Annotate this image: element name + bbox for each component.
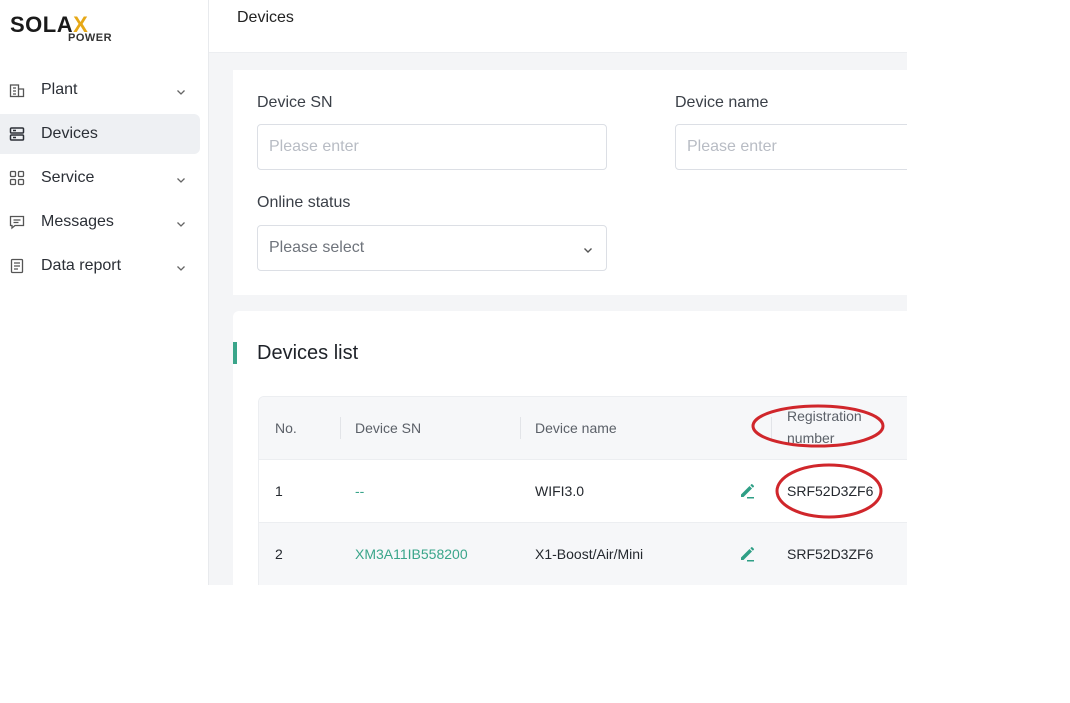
- chevron-down-icon: [176, 216, 186, 227]
- sidebar-item-label: Messages: [41, 213, 114, 230]
- chevron-down-icon: [176, 84, 186, 95]
- device-sn-label: Device SN: [257, 94, 333, 111]
- sidebar-nav: Plant Devices Service Messages Data repo…: [0, 70, 209, 290]
- devices-list-title: Devices list: [257, 342, 359, 364]
- sidebar-item-devices[interactable]: Devices: [0, 114, 200, 154]
- column-header-registration-line1: Registration: [787, 408, 862, 424]
- device-sn-placeholder: Please enter: [269, 138, 359, 155]
- chevron-down-icon: [176, 172, 186, 183]
- sidebar-item-service[interactable]: Service: [0, 158, 200, 198]
- chevron-down-icon: [176, 260, 186, 271]
- column-divider: [520, 417, 521, 439]
- online-status-label: Online status: [257, 194, 351, 211]
- server-icon: [8, 125, 26, 143]
- title-accent-bar: [233, 342, 237, 364]
- column-header-registration-line2: number: [787, 430, 835, 446]
- cell-device-name: WIFI3.0: [535, 483, 585, 499]
- top-header: Devices: [209, 0, 907, 53]
- online-status-placeholder: Please select: [269, 239, 365, 256]
- sidebar-item-label: Plant: [41, 81, 78, 98]
- cell-no: 2: [275, 546, 283, 562]
- devices-table: No. Device SN Device name Registration n…: [258, 396, 907, 585]
- sidebar-item-label: Data report: [41, 257, 122, 274]
- table-header: No. Device SN Device name Registration n…: [259, 397, 907, 460]
- building-icon: [8, 81, 26, 99]
- cell-registration-number: SRF52D3ZF6: [787, 546, 874, 562]
- page-title: Devices: [237, 9, 294, 26]
- sidebar-item-plant[interactable]: Plant: [0, 70, 200, 110]
- column-header-no: No.: [275, 420, 297, 436]
- sidebar: SOLAX POWER Plant Devices Service Messag…: [0, 0, 209, 585]
- edit-icon[interactable]: [738, 545, 756, 563]
- column-divider: [771, 417, 772, 439]
- sidebar-item-data-report[interactable]: Data report: [0, 246, 200, 286]
- app-window: SOLAX POWER Plant Devices Service Messag…: [0, 0, 907, 585]
- column-divider: [340, 417, 341, 439]
- device-name-placeholder: Please enter: [687, 138, 777, 155]
- sidebar-item-label: Service: [41, 169, 95, 186]
- device-name-label: Device name: [675, 94, 769, 111]
- edit-icon[interactable]: [738, 482, 756, 500]
- cell-device-sn[interactable]: XM3A11IB558200: [355, 546, 468, 562]
- message-icon: [8, 213, 26, 231]
- table-row[interactable]: 2 XM3A11IB558200 X1-Boost/Air/Mini SRF52…: [259, 523, 907, 585]
- logo-subtitle: POWER: [68, 32, 113, 44]
- table-row[interactable]: 1 -- WIFI3.0 SRF52D3ZF6: [259, 460, 907, 523]
- column-header-device-name: Device name: [535, 420, 617, 436]
- cell-device-name: X1-Boost/Air/Mini: [535, 546, 644, 562]
- online-status-select[interactable]: Please select: [257, 225, 607, 271]
- sidebar-item-label: Devices: [41, 125, 98, 142]
- report-icon: [8, 257, 26, 275]
- column-header-device-sn: Device SN: [355, 420, 422, 436]
- sidebar-item-messages[interactable]: Messages: [0, 202, 200, 242]
- filter-panel: Device SN Please enter Device name Pleas…: [233, 70, 907, 295]
- cell-no: 1: [275, 483, 283, 499]
- grid-icon: [8, 169, 26, 187]
- device-sn-input[interactable]: Please enter: [257, 124, 607, 170]
- solax-logo[interactable]: SOLAX POWER: [10, 12, 120, 44]
- chevron-down-icon: [582, 243, 594, 255]
- device-name-input[interactable]: Please enter: [675, 124, 907, 170]
- cell-registration-number: SRF52D3ZF6: [787, 483, 874, 499]
- cell-device-sn[interactable]: --: [355, 483, 364, 499]
- devices-list-panel: Devices list No. Device SN Device name R…: [233, 311, 907, 585]
